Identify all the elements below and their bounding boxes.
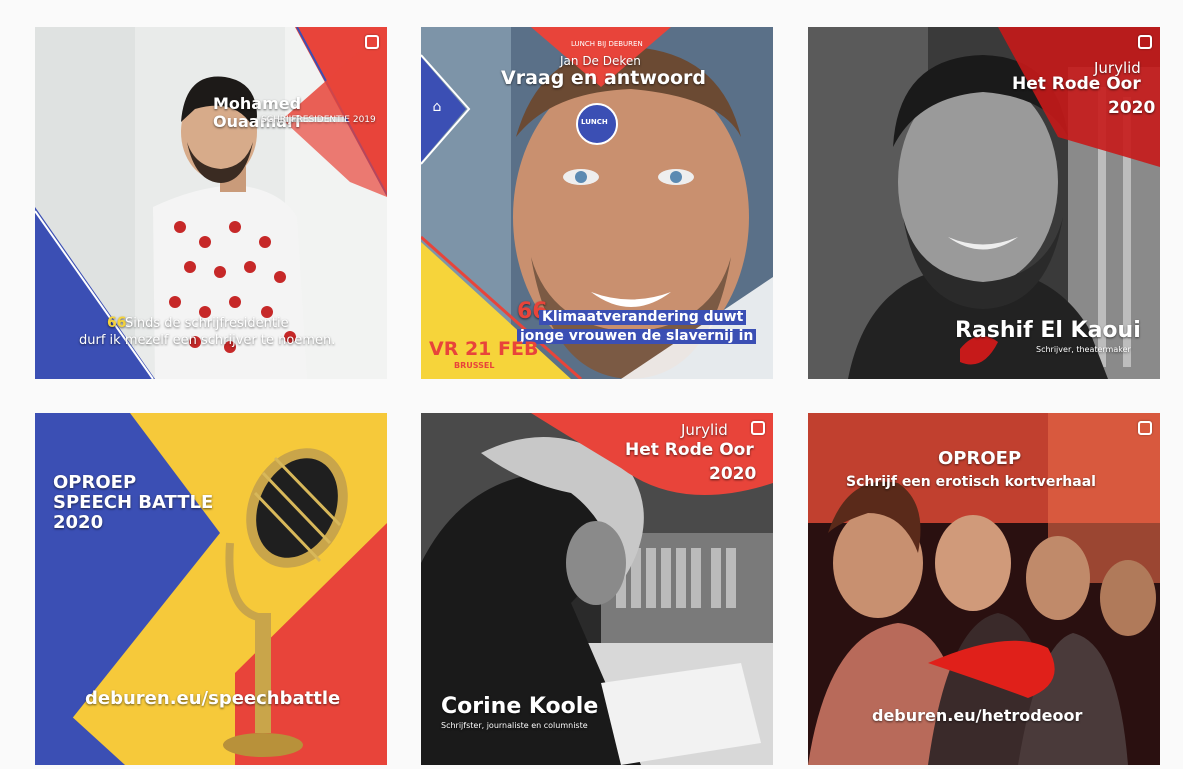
post-kicker: LUNCH BIJ DEBUREN	[571, 40, 643, 48]
prize-year: 2020	[709, 464, 757, 484]
post-title: Vraag en antwoord	[501, 67, 707, 89]
post-jan-de-deken[interactable]: LUNCH BIJ DEBUREN Jan De Deken Vraag en …	[421, 27, 773, 379]
post-corine-koole[interactable]: Jurylid Het Rode Oor 2020 Corine Koole S…	[421, 413, 773, 765]
post-quote-line-2: jonge vrouwen de slavernij in	[517, 328, 757, 345]
profile-post-grid: Mohamed Ouaamari SCHRIJFRESIDENTIE 2019 …	[0, 0, 1183, 769]
post-url: deburen.eu/hetrodeoor	[872, 706, 1083, 725]
post-quote-line-2: durf ik mezelf een schrijver te noemen.	[79, 333, 336, 348]
ear-logo-icon	[958, 345, 994, 365]
post-rashif-el-kaoui[interactable]: Jurylid Het Rode Oor 2020 Rashif El Kaou…	[808, 27, 1160, 379]
lunch-badge: LUNCH	[581, 118, 608, 126]
post-quote-line-1: Sinds de schrijfresidentie	[125, 316, 289, 331]
jury-role: Jurylid	[681, 421, 728, 439]
post-quote-line-1: Klimaatverandering duwt	[539, 309, 747, 326]
prize-year: 2020	[1108, 98, 1156, 118]
post-title: OPROEP	[938, 448, 1022, 469]
post-subtitle: SCHRIJFRESIDENTIE 2019	[261, 115, 376, 125]
carousel-icon	[1138, 35, 1152, 49]
prize-name: Het Rode Oor	[1012, 74, 1141, 94]
building-icon: ⌂	[432, 99, 442, 115]
post-person-name: Rashif El Kaoui	[955, 318, 1141, 343]
post-image	[35, 413, 387, 765]
prize-name: Het Rode Oor	[625, 440, 754, 460]
post-line-1: OPROEP	[53, 472, 137, 493]
post-url: deburen.eu/speechbattle	[85, 688, 341, 709]
post-subtitle: Schrijver, theatermaker	[1036, 345, 1131, 354]
post-mohamed-ouaamari[interactable]: Mohamed Ouaamari SCHRIJFRESIDENTIE 2019 …	[35, 27, 387, 379]
post-person-name: Corine Koole	[441, 694, 599, 719]
post-line-2: SPEECH BATTLE	[53, 492, 214, 513]
post-line-3: 2020	[53, 512, 104, 533]
post-speech-battle[interactable]: OPROEP SPEECH BATTLE 2020 deburen.eu/spe…	[35, 413, 387, 765]
post-subtitle: Schrijfster, journaliste en columniste	[441, 721, 588, 730]
carousel-icon	[365, 35, 379, 49]
carousel-icon	[751, 421, 765, 435]
event-city: BRUSSEL	[454, 361, 495, 370]
quote-mark-icon: 66	[107, 315, 127, 331]
post-oproep-kortverhaal[interactable]: OPROEP Schrijf een erotisch kortverhaal …	[808, 413, 1160, 765]
carousel-icon	[1138, 421, 1152, 435]
post-subtitle: Schrijf een erotisch kortverhaal	[846, 474, 1096, 490]
event-date: VR 21 FEB	[429, 338, 539, 360]
